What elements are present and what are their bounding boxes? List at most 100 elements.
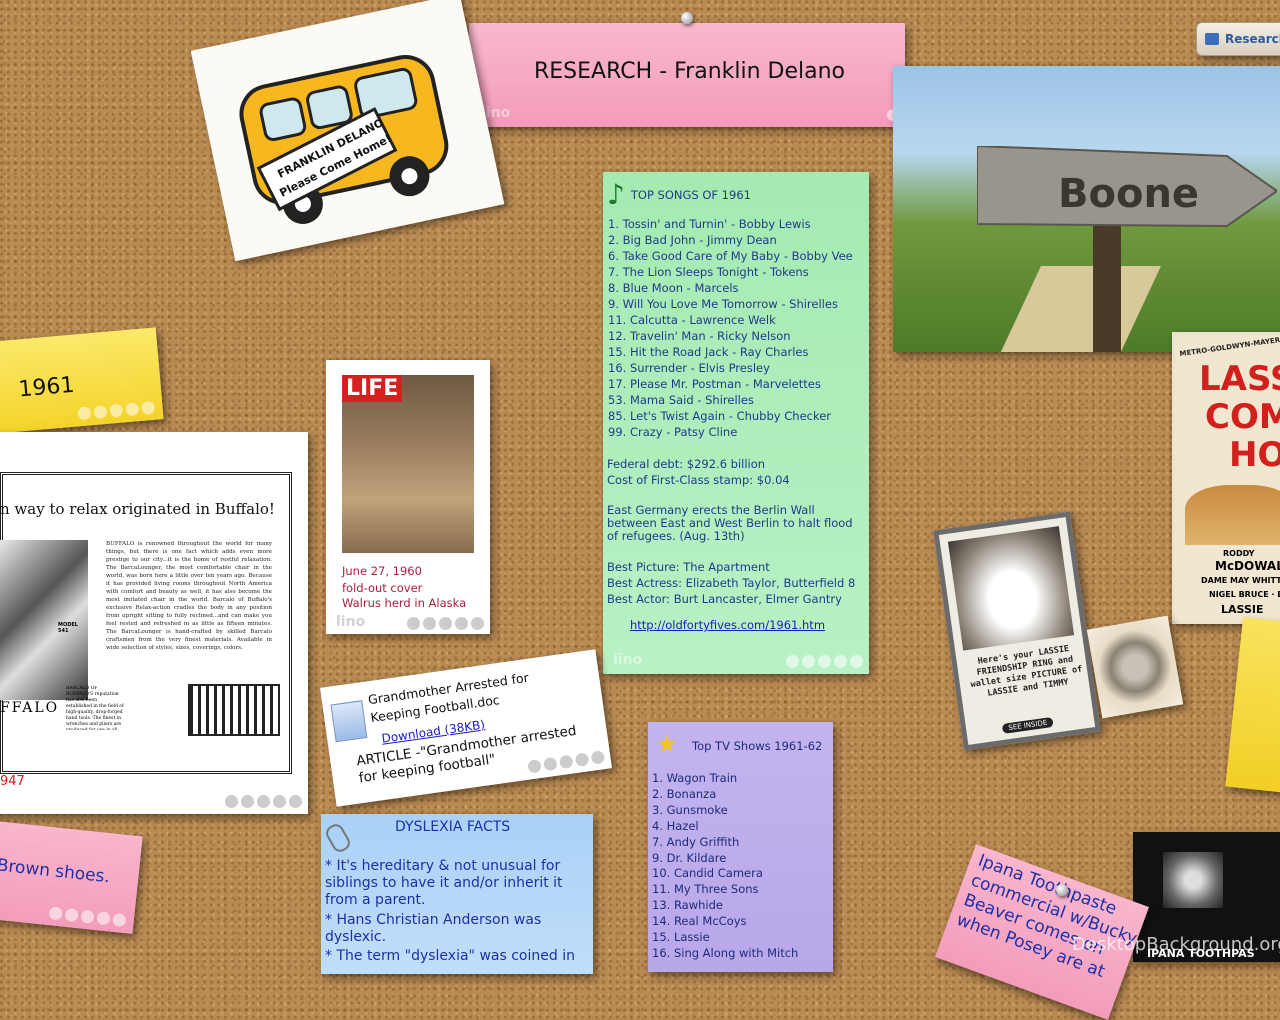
list-item: 11. Calcutta - Lawrence Welk — [608, 313, 776, 327]
sign-post — [1093, 216, 1121, 352]
year-label: 1961 — [17, 372, 76, 403]
ad-body: BUFFALO is renowned throughout the world… — [106, 541, 272, 651]
bus-drawing-card[interactable]: FRANKLIN DELANO Please Come Home! — [190, 0, 505, 262]
note-toolbar[interactable] — [225, 795, 302, 808]
board-icon — [1205, 33, 1219, 45]
lino-logo: lino — [336, 614, 366, 630]
list-item: 16. Sing Along with Mitch — [652, 945, 799, 960]
best-actor: Best Actor: Burt Lancaster, Elmer Gantry — [607, 592, 842, 606]
grandmother-doc-note[interactable]: Grandmother Arrested for Keeping Footbal… — [320, 649, 612, 807]
list-item: 9. Will You Love Me Tomorrow - Shirelles — [608, 297, 838, 311]
list-item: 6. Take Good Care of My Baby - Bobby Vee — [608, 249, 853, 263]
federal-debt: Federal debt: $292.6 billion — [607, 457, 766, 471]
list-item: 14. Real McCoys — [652, 914, 747, 929]
year-note[interactable]: 1961 — [0, 327, 164, 435]
star-icon: ★ — [656, 730, 678, 758]
pushpin-icon — [681, 12, 693, 24]
life-masthead: LIFE — [342, 375, 403, 402]
poster-title-1: LASS — [1199, 359, 1280, 399]
list-item: 9. Dr. Kildare — [652, 850, 727, 865]
list-item: 1. Wagon Train — [652, 771, 738, 785]
list-item: 15. Lassie — [652, 930, 710, 945]
see-inside-label: SEE INSIDE — [1001, 716, 1054, 734]
poster-title-3: HO — [1229, 435, 1280, 475]
school-bus-illustration — [239, 55, 449, 224]
music-note-icon: ♪ — [607, 178, 625, 211]
brown-shoes-note[interactable]: Brown shoes. — [0, 820, 143, 934]
ipana-text: Ipana Toothpaste commercial w/Bucky Beav… — [953, 850, 1140, 983]
ad-footer: BARCALO OF BUFFALO'S reputation has also… — [66, 686, 124, 730]
best-picture: Best Picture: The Apartment — [607, 560, 770, 574]
yellow-note-edge[interactable] — [1225, 617, 1280, 793]
list-item: 16. Surrender - Elvis Presley — [608, 361, 770, 375]
list-item: 15. Hit the Road Jack - Ray Charles — [608, 345, 809, 359]
top-songs-note[interactable]: ♪ TOP SONGS OF 1961 1. Tossin' and Turni… — [603, 172, 869, 674]
dyslexia-facts-note[interactable]: DYSLEXIA FACTS * It's hereditary & not u… — [321, 814, 593, 974]
songs-title: TOP SONGS OF 1961 — [630, 188, 751, 202]
dyslexia-fact-3: * The term "dyslexia" was coined in — [325, 948, 575, 964]
ad-city: FFALO — [0, 700, 60, 716]
ring-photo — [1086, 615, 1184, 719]
stamp-cost: Cost of First-Class stamp: $0.04 — [607, 473, 790, 487]
note-toolbar[interactable] — [77, 400, 156, 421]
life-magazine-note[interactable]: LIFE June 27, 1960 fold-out cover Walrus… — [326, 360, 490, 634]
lassie-photo — [947, 526, 1075, 651]
dyslexia-fact-2: * Hans Christian Anderson was dyslexic. — [325, 912, 542, 945]
research-button-label: Research — [1225, 32, 1280, 46]
barcalounger-ad-note[interactable]: n way to relax originated in Buffalo! BU… — [0, 432, 308, 814]
lassie-ring-card[interactable]: Here's your LASSIE FRIENDSHIP RING and w… — [933, 511, 1101, 751]
watermark: DesktopBackground.org — [1072, 934, 1280, 955]
list-item: 12. Travelin' Man - Ricky Nelson — [608, 329, 791, 343]
document-icon — [330, 700, 368, 743]
note-toolbar[interactable] — [48, 906, 127, 928]
list-item: 10. Candid Camera — [652, 866, 763, 881]
list-item: 1. Tossin' and Turnin' - Bobby Lewis — [608, 217, 811, 231]
poster-cast-4: NIGEL BRUCE · ELS — [1209, 590, 1280, 599]
ad-model: MODEL 541 — [58, 622, 78, 634]
doc-filename: Grandmother Arrested for Keeping Footbal… — [367, 669, 530, 726]
note-toolbar[interactable] — [786, 655, 863, 668]
life-cover: LIFE — [342, 375, 474, 553]
dirt-road — [985, 266, 1161, 352]
list-item: 3. Gunsmoke — [652, 802, 728, 817]
video-frame — [1163, 852, 1223, 908]
event-text: East Germany erects the Berlin Wall betw… — [607, 503, 853, 543]
list-item: 2. Bonanza — [652, 786, 717, 801]
life-desc-1: fold-out cover — [342, 581, 423, 595]
poster-title-2: COM — [1205, 397, 1280, 437]
ad-year: 947 — [0, 774, 25, 789]
research-button[interactable]: Research — [1196, 22, 1280, 56]
tools-image — [188, 684, 280, 736]
top-tv-shows-note[interactable]: ★ Top TV Shows 1961-62 1. Wagon Train 2.… — [648, 722, 833, 972]
list-item: 53. Mama Said - Shirelles — [608, 393, 754, 407]
best-actress: Best Actress: Elizabeth Taylor, Butterfi… — [607, 576, 856, 590]
tv-shows-list: 1. Wagon Train 2. Bonanza 3. Gunsmoke 4.… — [652, 771, 798, 962]
poster-cast-1: RODDY — [1223, 549, 1255, 558]
boone-sign-photo[interactable]: Boone — [893, 66, 1280, 352]
list-item: 7. The Lion Sleeps Tonight - Tokens — [608, 265, 809, 279]
source-link[interactable]: http://oldfortyfives.com/1961.htm — [630, 617, 865, 633]
lino-logo: lino — [613, 652, 643, 668]
research-header-note[interactable]: RESEARCH - Franklin Delano lino — [469, 23, 905, 127]
poster-cast-5: LASSIE — [1221, 603, 1264, 616]
lassie-poster[interactable]: METRO-GOLDWYN-MAYER'S TECH LASS COM HO R… — [1172, 332, 1280, 624]
poster-cast-2: McDOWALL — [1215, 559, 1280, 573]
list-item: 17. Please Mr. Postman - Marvelettes — [608, 377, 821, 391]
dyslexia-title: DYSLEXIA FACTS — [395, 819, 511, 835]
ipana-note[interactable]: Ipana Toothpaste commercial w/Bucky Beav… — [935, 844, 1149, 1020]
sign-text: Boone — [1058, 171, 1200, 217]
list-item: 2. Big Bad John - Jimmy Dean — [608, 233, 777, 247]
paperclip-icon — [323, 821, 353, 855]
brown-shoes-text: Brown shoes. — [0, 855, 111, 888]
dyslexia-fact-1: * It's hereditary & not unusual for sibl… — [325, 858, 563, 908]
poster-art — [1185, 485, 1280, 545]
list-item: 85. Let's Twist Again - Chubby Checker — [608, 409, 832, 423]
life-desc-2: Walrus herd in Alaska — [342, 596, 467, 610]
list-item: 99. Crazy - Patsy Cline — [608, 425, 738, 439]
pushpin-icon — [1056, 884, 1068, 896]
list-item: 11. My Three Sons — [652, 882, 759, 897]
list-item: 13. Rawhide — [652, 898, 723, 913]
note-toolbar[interactable] — [407, 617, 484, 630]
poster-cast-3: DAME MAY WHITTY · ELS — [1201, 576, 1280, 585]
page-title: RESEARCH - Franklin Delano — [534, 59, 846, 84]
